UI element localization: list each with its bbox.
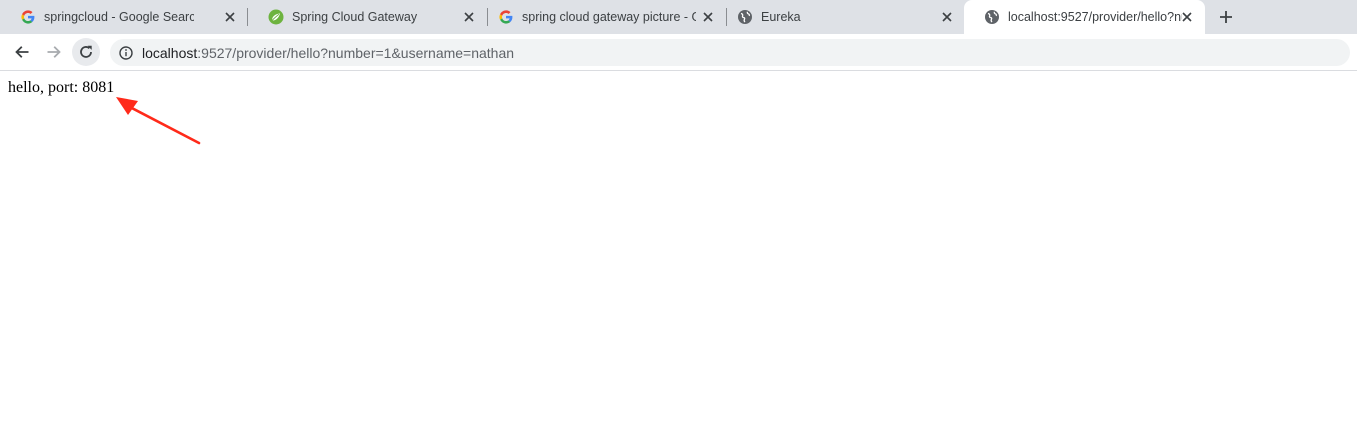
close-icon[interactable] bbox=[222, 9, 238, 25]
tab-strip: springcloud - Google Search Spring Cloud… bbox=[0, 0, 1357, 34]
address-url[interactable]: localhost:9527/provider/hello?number=1&u… bbox=[142, 45, 514, 61]
plus-icon[interactable] bbox=[1216, 7, 1236, 27]
close-icon[interactable] bbox=[939, 9, 955, 25]
globe-icon bbox=[737, 9, 753, 25]
info-icon[interactable] bbox=[118, 45, 134, 61]
close-icon[interactable] bbox=[1179, 9, 1195, 25]
tab-eureka[interactable]: Eureka bbox=[717, 0, 965, 34]
google-icon bbox=[20, 9, 36, 25]
browser-toolbar: localhost:9527/provider/hello?number=1&u… bbox=[0, 34, 1357, 71]
tab-title: localhost:9527/provider/hello?nu bbox=[1008, 10, 1182, 24]
page-content: hello, port: 8081 bbox=[0, 71, 1357, 421]
tab-title: Spring Cloud Gateway bbox=[292, 10, 418, 24]
tab-title: springcloud - Google Search bbox=[44, 10, 194, 24]
globe-icon bbox=[984, 9, 1000, 25]
url-host: localhost bbox=[142, 44, 198, 61]
close-icon[interactable] bbox=[700, 9, 716, 25]
tab-spring-cloud-gateway[interactable]: Spring Cloud Gateway bbox=[248, 0, 487, 34]
arrow-right-icon bbox=[47, 46, 61, 58]
back-button[interactable] bbox=[8, 38, 36, 66]
reload-icon bbox=[80, 45, 92, 58]
annotation-arrow-icon bbox=[116, 97, 201, 145]
tab-title: spring cloud gateway picture - Go bbox=[522, 10, 696, 24]
tab-gateway-picture-search[interactable]: spring cloud gateway picture - Go bbox=[478, 0, 726, 34]
close-icon[interactable] bbox=[461, 9, 477, 25]
reload-button[interactable] bbox=[72, 38, 100, 66]
spring-leaf-icon bbox=[268, 9, 284, 25]
google-icon bbox=[498, 9, 514, 25]
address-bar[interactable]: localhost:9527/provider/hello?number=1&u… bbox=[110, 39, 1350, 66]
tab-title: Eureka bbox=[761, 10, 801, 24]
response-text: hello, port: 8081 bbox=[8, 79, 115, 96]
forward-button[interactable] bbox=[40, 38, 68, 66]
tab-localhost-active[interactable]: localhost:9527/provider/hello?nu bbox=[964, 0, 1205, 34]
tab-springcloud-search[interactable]: springcloud - Google Search bbox=[0, 0, 248, 34]
url-path: :9527/provider/hello?number=1&username=n… bbox=[197, 44, 515, 61]
arrow-left-icon bbox=[15, 46, 29, 58]
